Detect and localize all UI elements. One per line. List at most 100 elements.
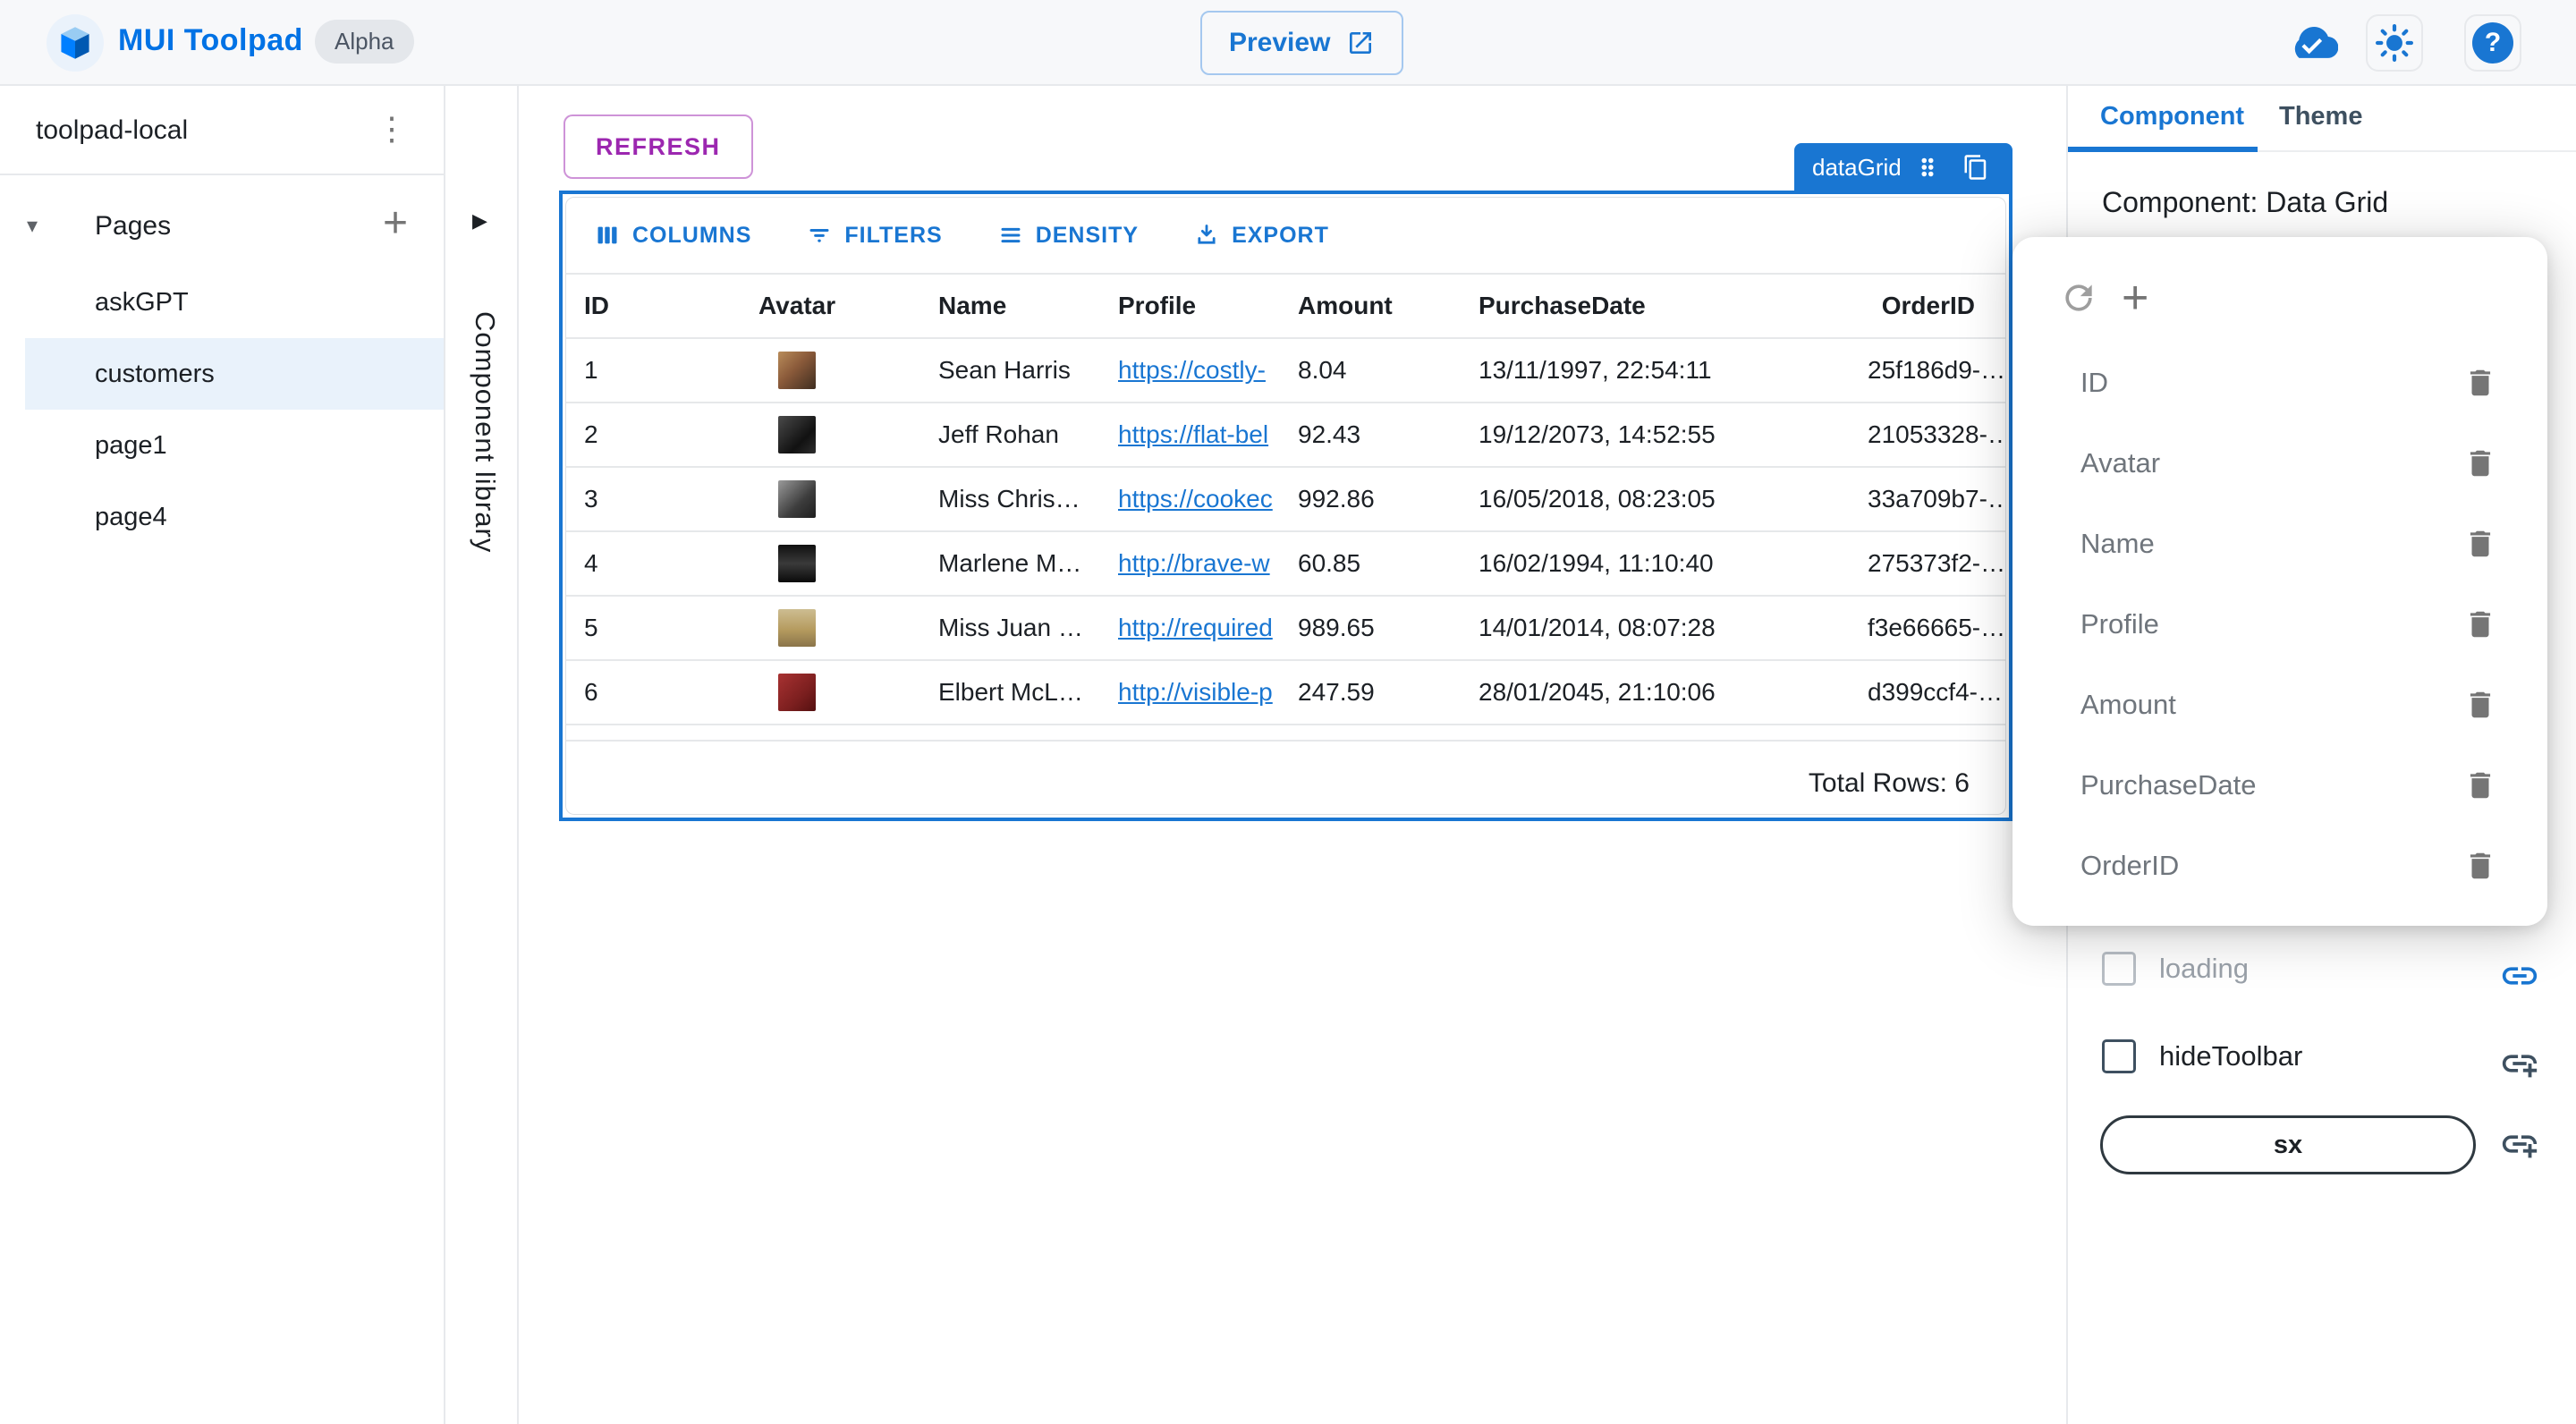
project-menu-kebab-icon[interactable]: ⋮: [376, 109, 408, 148]
page-item-label: customers: [95, 360, 215, 389]
drag-handle-icon[interactable]: [1914, 154, 1941, 181]
bind-loading-link-icon[interactable]: [2499, 955, 2540, 996]
column-item-label: PurchaseDate: [2080, 769, 2463, 801]
cell-name: Jeff Rohan: [920, 420, 1100, 449]
column-header-orderid[interactable]: OrderID: [1850, 292, 2005, 320]
columns-icon: [595, 223, 620, 248]
loading-checkbox[interactable]: [2102, 952, 2136, 986]
preview-button[interactable]: Preview: [1200, 11, 1403, 75]
cell-amount: 992.86: [1280, 485, 1461, 513]
cell-amount: 247.59: [1280, 678, 1461, 707]
column-header-profile[interactable]: Profile: [1100, 292, 1280, 320]
tab-theme[interactable]: Theme: [2279, 102, 2362, 131]
hidetoolbar-checkbox[interactable]: [2102, 1039, 2136, 1073]
cloud-synced-icon[interactable]: [2286, 25, 2338, 61]
cell-name: Miss Juan …: [920, 614, 1100, 642]
delete-column-icon[interactable]: [2463, 446, 2497, 480]
help-button[interactable]: ?: [2464, 14, 2521, 72]
sx-button[interactable]: sx: [2100, 1115, 2476, 1174]
page-item-label: askGPT: [95, 288, 189, 318]
table-row[interactable]: 4 Marlene M… http://brave-w 60.85 16/02/…: [566, 530, 2005, 595]
table-row[interactable]: 6 Elbert McL… http://visible-p 247.59 28…: [566, 659, 2005, 724]
column-header-avatar[interactable]: Avatar: [741, 292, 920, 320]
cell-name: Elbert McL…: [920, 678, 1100, 707]
cell-avatar: [741, 674, 920, 711]
table-row[interactable]: 1 Sean Harris https://costly- 8.04 13/11…: [566, 337, 2005, 402]
columns-button[interactable]: COLUMNS: [595, 223, 751, 249]
sidebar-item-page4[interactable]: page4: [0, 481, 444, 553]
datagrid-component[interactable]: COLUMNS FILTERS DENSITY EXPORT ID: [559, 191, 2012, 821]
theme-toggle-button[interactable]: [2366, 14, 2423, 72]
table-row[interactable]: 5 Miss Juan … http://required 989.65 14/…: [566, 595, 2005, 659]
cell-id: 5: [566, 614, 741, 642]
cell-orderid: 21053328-…: [1850, 420, 2005, 449]
refresh-button[interactable]: REFRESH: [564, 114, 753, 179]
filters-button[interactable]: FILTERS: [807, 223, 942, 249]
profile-link[interactable]: https://flat-bel: [1118, 420, 1268, 448]
cell-purchasedate: 16/05/2018, 08:23:05: [1461, 485, 1850, 513]
mui-toolpad-logo-icon[interactable]: [47, 14, 104, 72]
columns-button-label: COLUMNS: [632, 223, 751, 249]
bind-hidetoolbar-addlink-icon[interactable]: [2499, 1043, 2540, 1084]
page-item-label: page4: [95, 503, 167, 532]
expand-panel-arrow-icon[interactable]: ▶: [472, 209, 487, 233]
add-column-icon[interactable]: +: [2122, 280, 2148, 316]
cell-id: 2: [566, 420, 741, 449]
top-app-bar: MUI Toolpad Alpha Preview ?: [0, 0, 2576, 86]
page-item-label: page1: [95, 431, 167, 461]
prop-loading: loading: [2102, 952, 2249, 986]
column-header-name[interactable]: Name: [920, 292, 1100, 320]
profile-link[interactable]: http://required: [1118, 614, 1273, 641]
pages-section-header[interactable]: ▾ Pages +: [0, 191, 444, 267]
avatar: [778, 416, 816, 453]
datagrid-toolbar: COLUMNS FILTERS DENSITY EXPORT: [566, 198, 2005, 273]
list-item[interactable]: ID: [2012, 343, 2547, 423]
export-button-label: EXPORT: [1232, 223, 1329, 249]
delete-column-icon[interactable]: [2463, 768, 2497, 802]
table-row[interactable]: 2 Jeff Rohan https://flat-bel 92.43 19/1…: [566, 402, 2005, 466]
cell-avatar: [741, 480, 920, 518]
sidebar-item-askgpt[interactable]: askGPT: [0, 267, 444, 338]
alpha-badge: Alpha: [315, 20, 414, 64]
bind-sx-addlink-icon[interactable]: [2499, 1123, 2540, 1165]
profile-link[interactable]: https://costly-: [1118, 356, 1266, 384]
list-item[interactable]: Amount: [2012, 665, 2547, 745]
profile-link[interactable]: http://brave-w: [1118, 549, 1270, 577]
profile-link[interactable]: http://visible-p: [1118, 678, 1273, 706]
sidebar-item-customers[interactable]: customers: [25, 338, 444, 410]
column-header-amount[interactable]: Amount: [1280, 292, 1461, 320]
delete-component-icon[interactable]: [2014, 154, 2041, 181]
list-item[interactable]: Name: [2012, 504, 2547, 584]
column-header-purchasedate[interactable]: PurchaseDate: [1461, 292, 1850, 320]
delete-column-icon[interactable]: [2463, 688, 2497, 722]
tab-component[interactable]: Component: [2100, 102, 2244, 131]
list-item[interactable]: Profile: [2012, 584, 2547, 665]
list-item[interactable]: OrderID: [2012, 826, 2547, 906]
chevron-down-icon[interactable]: ▾: [27, 213, 38, 239]
datagrid-selection-chip[interactable]: dataGrid: [1794, 143, 2012, 191]
profile-link[interactable]: https://cookec: [1118, 485, 1273, 513]
delete-column-icon[interactable]: [2463, 366, 2497, 400]
duplicate-component-icon[interactable]: [1962, 154, 1989, 181]
add-page-button[interactable]: +: [383, 199, 408, 248]
cell-orderid: 33a709b7-…: [1850, 485, 2005, 513]
loading-label: loading: [2159, 953, 2249, 985]
delete-column-icon[interactable]: [2463, 527, 2497, 561]
list-item[interactable]: PurchaseDate: [2012, 745, 2547, 826]
density-button[interactable]: DENSITY: [998, 223, 1139, 249]
delete-column-icon[interactable]: [2463, 849, 2497, 883]
export-button[interactable]: EXPORT: [1194, 223, 1329, 249]
column-header-id[interactable]: ID: [566, 292, 741, 320]
sidebar-item-page1[interactable]: page1: [0, 410, 444, 481]
table-row[interactable]: 3 Miss Chris… https://cookec 992.86 16/0…: [566, 466, 2005, 530]
cell-id: 3: [566, 485, 741, 513]
light-mode-sun-icon: [2376, 24, 2413, 62]
cell-id: 6: [566, 678, 741, 707]
delete-column-icon[interactable]: [2463, 607, 2497, 641]
chip-component-name: dataGrid: [1812, 154, 1902, 182]
refresh-columns-icon[interactable]: [2059, 278, 2098, 318]
list-item[interactable]: Avatar: [2012, 423, 2547, 504]
cell-purchasedate: 28/01/2045, 21:10:06: [1461, 678, 1850, 707]
component-library-panel[interactable]: ▶ Component library: [447, 86, 519, 1424]
cell-orderid: 275373f2-…: [1850, 549, 2005, 578]
